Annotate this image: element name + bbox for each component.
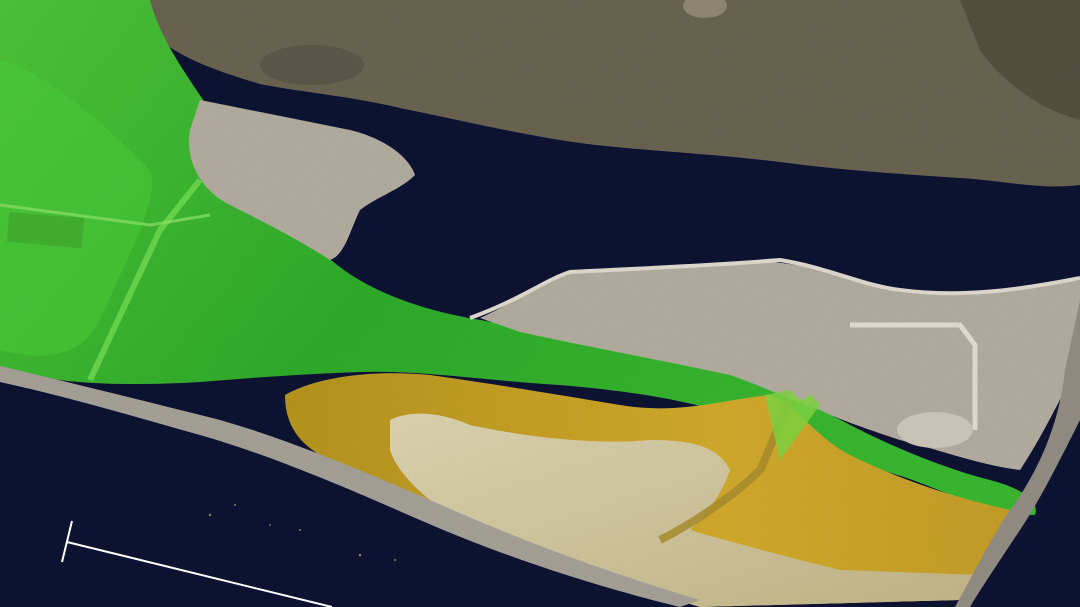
pond (260, 45, 364, 85)
urban-block (897, 412, 973, 448)
terrain-map (0, 0, 1080, 607)
terrain-relief (0, 0, 1080, 607)
